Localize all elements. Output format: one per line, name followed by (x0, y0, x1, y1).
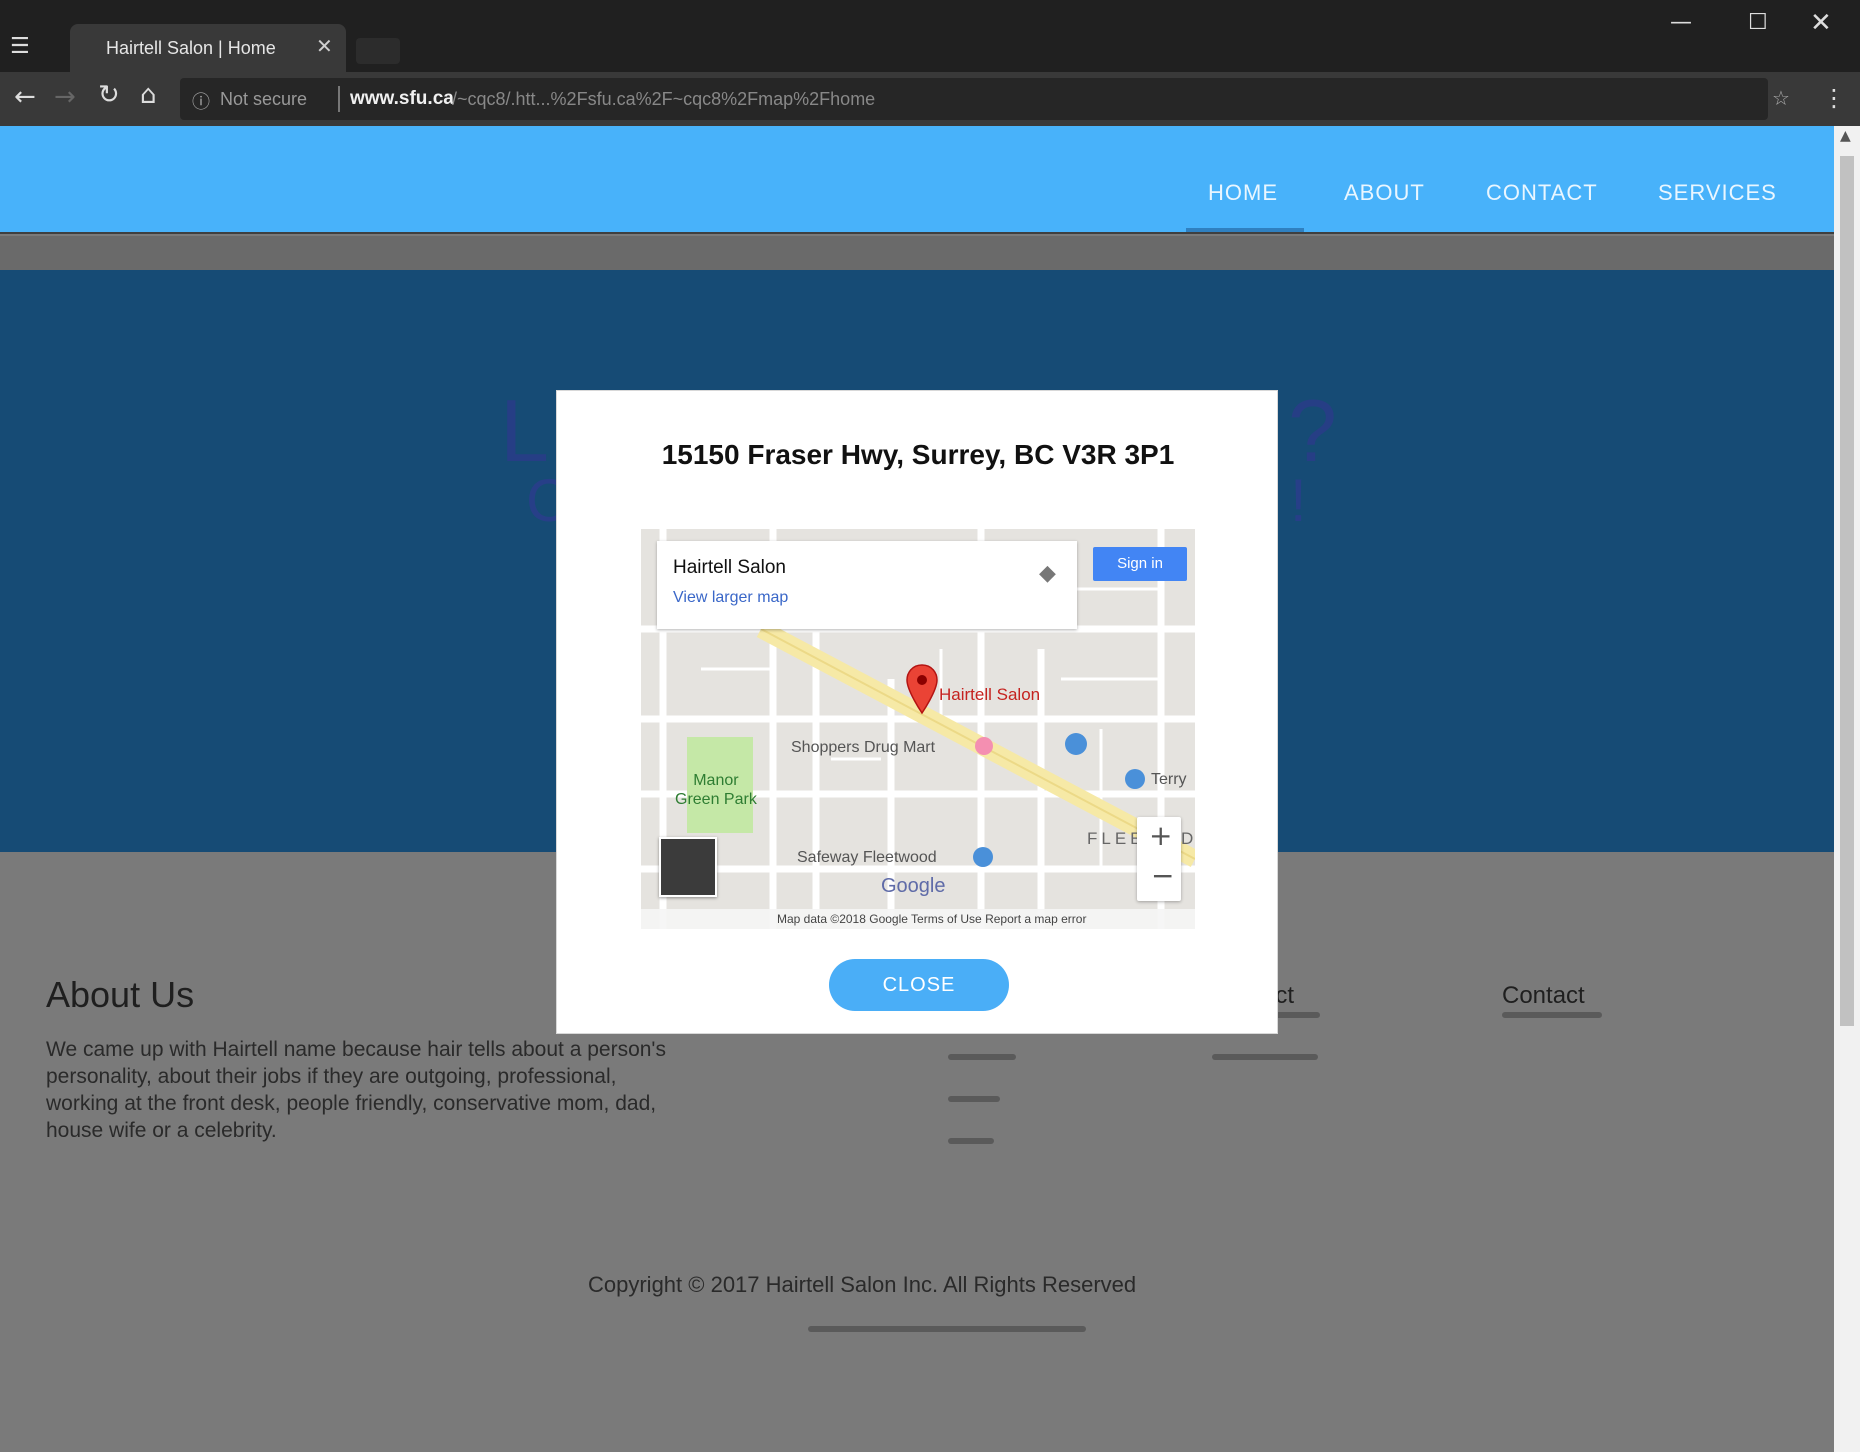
map-zoom-controls: + − (1137, 817, 1181, 901)
header-divider (0, 236, 1834, 270)
about-text: We came up with Hairtell name because ha… (46, 1038, 666, 1142)
browser-titlebar: ☰ Hairtell Salon | Home ✕ — ☐ ✕ (0, 0, 1860, 72)
pharmacy-poi-icon[interactable] (975, 737, 993, 755)
map-attribution-bar: Map data ©2018 Google Terms of Use Repor… (641, 909, 1195, 929)
window-maximize-icon[interactable]: ☐ (1748, 10, 1768, 35)
map-pin-icon[interactable] (905, 663, 939, 715)
modal-address-title: 15150 Fraser Hwy, Surrey, BC V3R 3P1 (661, 439, 1175, 470)
page-scrollbar[interactable]: ▲ (1834, 126, 1860, 1452)
map-park-label: Manor Green Park (675, 772, 757, 808)
window-minimize-icon[interactable]: — (1670, 10, 1692, 35)
browser-toolbar: ← → ↻ ⌂ ⓘ Not secure www.sfu.ca /~cqc8/.… (0, 72, 1860, 126)
map-area-label-end: D (1181, 829, 1194, 848)
new-tab-button[interactable] (356, 38, 400, 64)
embedded-map[interactable]: Hairtell Salon View larger map ◆ Sign in… (641, 529, 1195, 929)
nav-active-indicator (1186, 228, 1304, 232)
browser-menu-icon[interactable]: ⋮ (1822, 84, 1846, 112)
app-menu-icon[interactable]: ☰ (10, 34, 42, 64)
connect-link[interactable] (1212, 1054, 1318, 1060)
forward-arrow-icon[interactable]: → (54, 82, 76, 112)
poi-marker-icon[interactable] (1065, 733, 1087, 755)
contact-heading: Contact (1502, 982, 1585, 1009)
browser-tab-active[interactable]: Hairtell Salon | Home ✕ (70, 24, 346, 72)
map-attribution[interactable]: Map data ©2018 Google Terms of Use Repor… (777, 912, 1086, 926)
scroll-thumb[interactable] (1840, 156, 1854, 1026)
poi-marker-icon[interactable] (1125, 769, 1145, 789)
close-button[interactable]: CLOSE (829, 959, 1009, 1011)
url-domain: www.sfu.ca (350, 88, 454, 109)
hero-subheading-end: ! (1290, 467, 1307, 534)
info-icon[interactable]: ⓘ (192, 88, 210, 114)
address-separator (338, 86, 340, 112)
map-place-card: Hairtell Salon View larger map ◆ (657, 541, 1077, 629)
directions-icon[interactable]: ◆ (1039, 561, 1056, 586)
map-poi-label: Shoppers Drug Mart (791, 739, 936, 756)
nav-home-link[interactable]: HOME (1208, 180, 1278, 206)
site-navbar: HOME ABOUT CONTACT SERVICES (0, 126, 1834, 232)
map-modal: 15150 Fraser Hwy, Surrey, BC V3R 3P1 Hai… (556, 390, 1278, 1034)
nav-services-link[interactable]: SERVICES (1658, 180, 1777, 206)
footer-link[interactable] (948, 1096, 1000, 1102)
footer-link[interactable] (948, 1138, 994, 1144)
satellite-toggle[interactable] (659, 837, 717, 897)
copyright-text: Copyright © 2017 Hairtell Salon Inc. All… (588, 1272, 1137, 1297)
address-bar[interactable]: ⓘ Not secure www.sfu.ca /~cqc8/.htt...%2… (180, 78, 1768, 120)
reload-icon[interactable]: ↻ (98, 80, 120, 110)
tab-title: Hairtell Salon | Home (106, 38, 276, 58)
nav-about-link[interactable]: ABOUT (1344, 180, 1425, 206)
home-icon[interactable]: ⌂ (140, 80, 157, 110)
url-path: /~cqc8/.htt...%2Fsfu.ca%2F~cqc8%2Fmap%2F… (452, 89, 876, 109)
nav-contact-link[interactable]: CONTACT (1486, 180, 1598, 206)
google-logo: Google (881, 875, 946, 897)
map-pin-label: Hairtell Salon (939, 685, 1041, 704)
map-poi-label: Safeway Fleetwood (797, 849, 937, 866)
shopping-poi-icon[interactable] (973, 847, 993, 867)
about-heading: About Us (46, 974, 195, 1015)
map-poi-label: Terry (1151, 771, 1187, 788)
map-place-name: Hairtell Salon (673, 557, 786, 578)
footer-link[interactable] (948, 1054, 1016, 1060)
tab-close-icon[interactable]: ✕ (316, 34, 333, 58)
view-larger-map-link[interactable]: View larger map (673, 589, 788, 607)
footer-credit (808, 1326, 1086, 1332)
contact-detail (1502, 1012, 1602, 1018)
map-sign-in-button[interactable]: Sign in (1093, 547, 1187, 581)
window-close-icon[interactable]: ✕ (1810, 8, 1832, 38)
back-arrow-icon[interactable]: ← (14, 82, 36, 112)
zoom-out-button[interactable]: − (1151, 859, 1174, 892)
security-label: Not secure (220, 89, 308, 109)
zoom-in-button[interactable]: + (1149, 819, 1172, 852)
bookmark-star-icon[interactable]: ☆ (1772, 86, 1790, 110)
scroll-up-arrow-icon[interactable]: ▲ (1840, 128, 1851, 144)
